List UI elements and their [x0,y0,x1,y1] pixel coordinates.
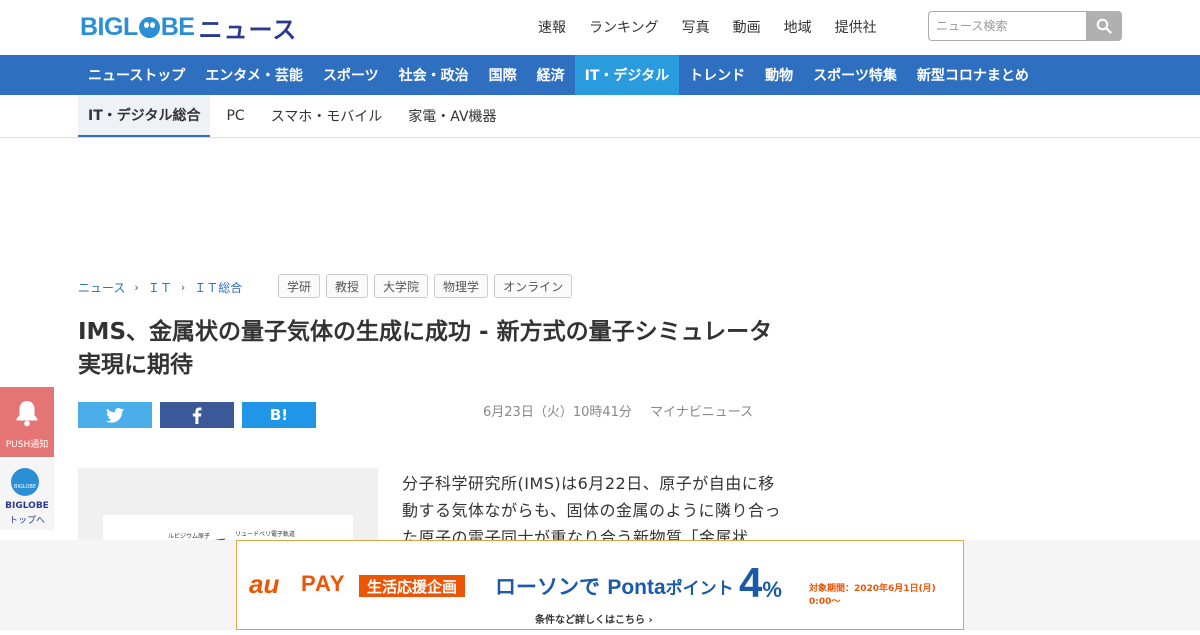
article-source[interactable]: マイナビニュース [650,405,753,420]
push-notification-button[interactable]: PUSH通知 [0,387,54,457]
bell-icon [16,401,38,427]
tag-item[interactable]: オンライン [494,274,573,298]
top-link-videos[interactable]: 動画 [733,17,761,37]
top-links: 速報 ランキング 写真 動画 地域 提供社 [538,17,900,37]
biglobe-face-icon: BIGLOBE [11,468,39,496]
site-header: BIGL BE ニュース 速報 ランキング 写真 動画 地域 提供社 [0,0,1200,55]
ad-percent-number: 4 [739,559,763,606]
cat-sports-special[interactable]: スポーツ特集 [803,55,907,95]
breadcrumb-it-general[interactable]: ＩＴ総合 [194,279,242,296]
top-link-ranking[interactable]: ランキング [589,17,659,37]
ad-percent: 4% [739,559,782,607]
biglobe-label: BIGLOBE [5,501,49,511]
cat-society-politics[interactable]: 社会・政治 [389,55,479,95]
top-link-photos[interactable]: 写真 [682,17,710,37]
ad-ponta-label: Ponta [607,576,666,599]
cat-sports[interactable]: スポーツ [313,55,389,95]
au-pay-ad-banner[interactable]: au PAY 生活応援企画 ローソンで Pontaポイント 4% 対象期間：20… [236,540,964,630]
biglobe-top-link[interactable]: BIGLOBE BIGLOBE トップへ [0,459,54,530]
cat-covid-summary[interactable]: 新型コロナまとめ [907,55,1039,95]
cat-animals[interactable]: 動物 [755,55,803,95]
tag-list: 学研 教授 大学院 物理学 オンライン [278,274,573,298]
search-input[interactable] [928,11,1086,41]
twitter-bird-icon [106,407,124,423]
tag-item[interactable]: 大学院 [374,274,429,298]
ad-pay-text: PAY [301,571,346,596]
article-date: 6月23日（火）10時41分 [483,405,632,420]
facebook-f-icon [192,406,202,424]
tag-item[interactable]: 教授 [326,274,369,298]
sub-smartphone-mobile[interactable]: スマホ・モバイル [261,95,393,137]
tag-item[interactable]: 物理学 [434,274,489,298]
logo-face-icon [138,16,160,38]
ad-lawson-label: ローソンで [495,575,608,599]
top-link-breaking[interactable]: 速報 [538,17,566,37]
sub-nav: IT・デジタル総合 PC スマホ・モバイル 家電・AV機器 [0,95,1200,138]
cat-it-digital[interactable]: IT・デジタル [574,55,680,95]
top-link-providers[interactable]: 提供社 [835,17,877,37]
to-top-label: トップへ [8,516,45,526]
push-label: PUSH通知 [5,440,49,450]
ad-percent-sign: % [762,577,782,602]
facebook-share-button[interactable] [160,402,234,428]
share-buttons: B! [78,402,316,428]
chevron-right-icon: › [180,281,186,294]
breadcrumb-news[interactable]: ニュース [78,279,125,296]
hatena-bookmark-button[interactable]: B! [242,402,316,428]
cat-news-top[interactable]: ニューストップ [78,55,195,95]
category-nav: ニューストップ エンタメ・芸能 スポーツ 社会・政治 国際 経済 IT・デジタル… [0,55,1200,95]
chevron-right-icon: › [134,281,139,294]
twitter-share-button[interactable] [78,402,152,428]
breadcrumb: ニュース › ＩＴ › ＩＴ総合 [78,279,242,296]
sub-pc[interactable]: PC [216,95,254,137]
sub-it-general[interactable]: IT・デジタル総合 [78,95,211,137]
ad-conditions-link[interactable]: 条件など詳しくはこちら › [535,611,653,626]
logo-news-text: ニュース [198,15,298,44]
cat-entertainment[interactable]: エンタメ・芸能 [195,55,313,95]
search-icon [1096,18,1112,34]
ad-period: 対象期間：2020年6月1日(月) 0:00〜 [809,584,936,607]
cat-trend[interactable]: トレンド [679,55,755,95]
top-link-regions[interactable]: 地域 [784,17,812,37]
biglobe-news-logo[interactable]: BIGL BE ニュース [80,12,298,44]
article-body: 分子科学研究所(IMS)は6月22日、原子が自由に移動する気体ながらも、固体の金… [402,474,782,547]
logo-biglobe: BIGL BE [80,12,195,41]
article-title: IMS、金属状の量子気体の生成に成功 - 新方式の量子シミュレータ実現に期待 [78,319,773,378]
search-button[interactable] [1086,11,1122,41]
ad-campaign-badge: 生活応援企画 [359,575,466,597]
sub-home-av[interactable]: 家電・AV機器 [398,95,506,137]
article-meta: 6月23日（火）10時41分 マイナビニュース [483,401,753,420]
cat-international[interactable]: 国際 [479,55,527,95]
ad-au-logo: au [249,569,280,599]
search-box [928,11,1122,41]
breadcrumb-it[interactable]: ＩＴ [148,279,172,296]
ad-lawson-text: ローソンで Pontaポイント [495,571,734,601]
cat-economy[interactable]: 経済 [527,55,575,95]
ad-point-label: ポイント [665,579,734,599]
tag-item[interactable]: 学研 [278,274,321,298]
